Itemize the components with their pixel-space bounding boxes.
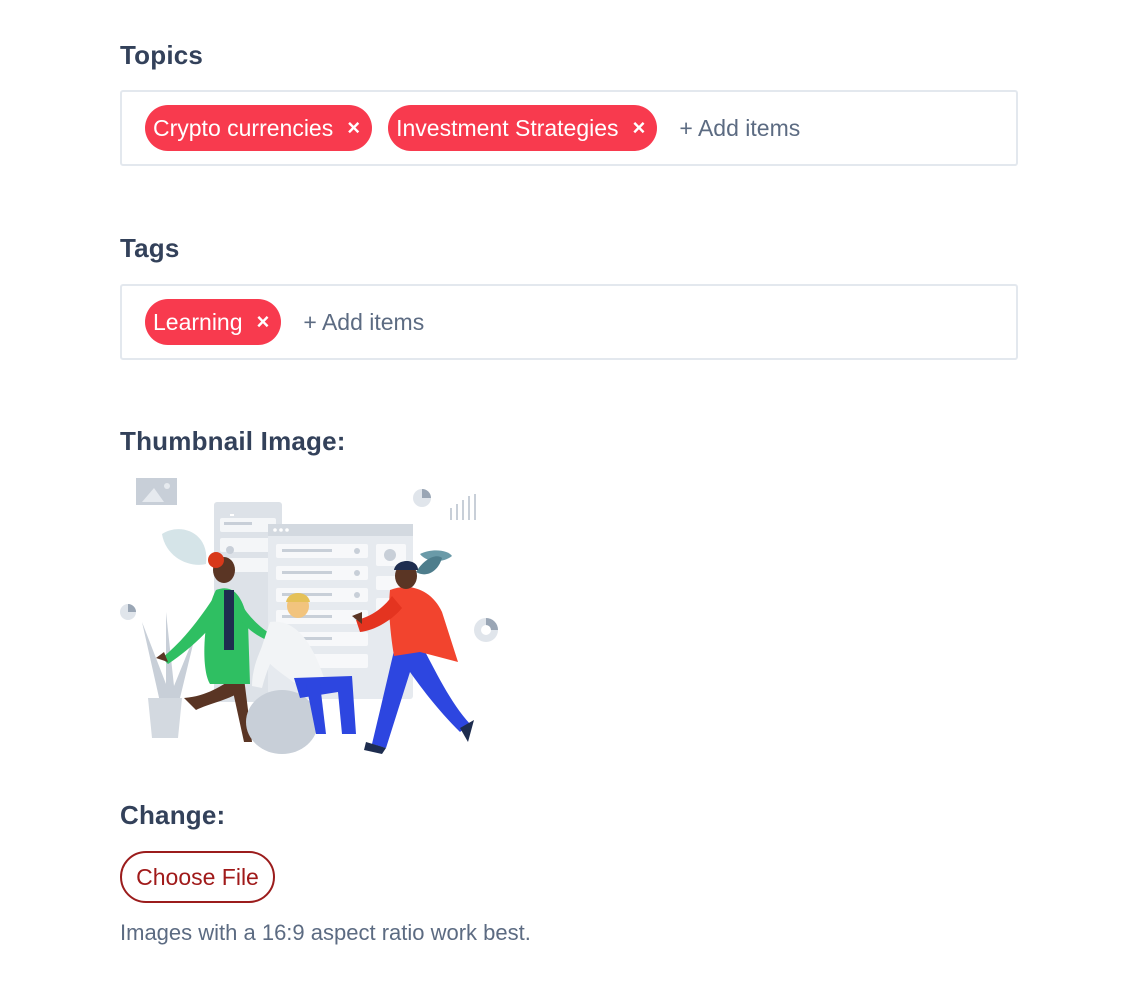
topics-add-items[interactable]: + Add items — [679, 115, 800, 142]
chip-remove-icon[interactable]: × — [347, 117, 360, 139]
tags-label: Tags — [120, 233, 180, 263]
photo-icon — [136, 478, 177, 505]
thumbnail-label: Thumbnail Image: — [120, 426, 346, 456]
tag-chip: Learning × — [145, 299, 282, 345]
tag-chip-label: Learning — [153, 308, 243, 335]
change-label: Change: — [120, 800, 226, 830]
image-hint: Images with a 16:9 aspect ratio work bes… — [120, 920, 531, 945]
topic-chip-label: Crypto currencies — [153, 114, 334, 141]
topic-chip-label: Investment Strategies — [396, 114, 619, 141]
pie-icon — [413, 489, 431, 507]
topics-label: Topics — [120, 40, 204, 70]
donut-icon — [474, 618, 498, 642]
content-form: Topics Crypto currencies × Investment St… — [0, 0, 1140, 996]
pie-icon — [120, 604, 136, 620]
plant — [142, 612, 196, 738]
tags-add-items[interactable]: + Add items — [303, 309, 424, 336]
chip-remove-icon[interactable]: × — [633, 117, 646, 139]
bar-icon — [450, 494, 476, 520]
tags-input[interactable]: Learning × + Add items — [120, 284, 1018, 360]
topics-input[interactable]: Crypto currencies × Investment Strategie… — [120, 90, 1018, 166]
choose-file-button[interactable]: Choose File — [120, 851, 275, 903]
chip-remove-icon[interactable]: × — [257, 311, 270, 333]
thumbnail-image — [120, 478, 498, 754]
topic-chip: Investment Strategies × — [388, 105, 658, 151]
topic-chip: Crypto currencies × — [145, 105, 373, 151]
